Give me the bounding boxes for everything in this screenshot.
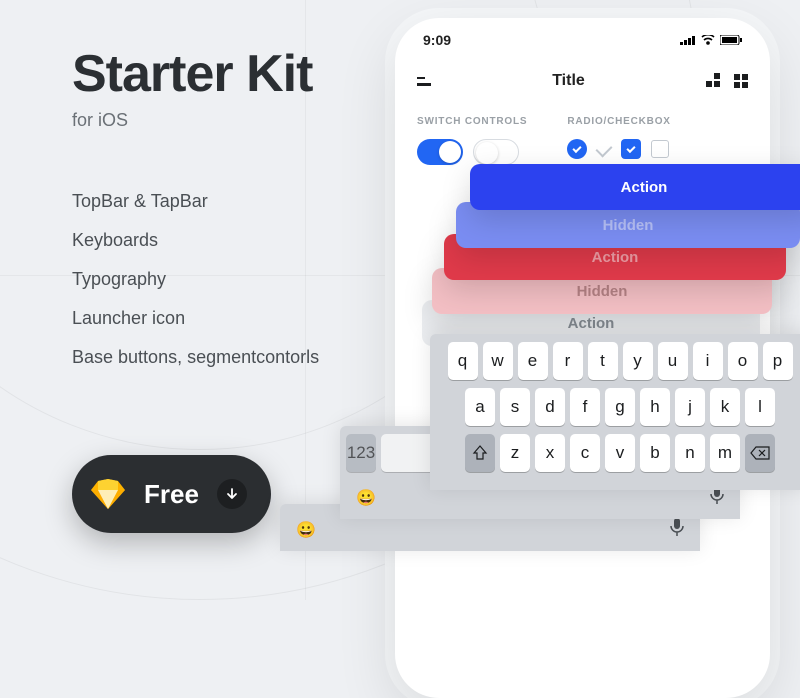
switch-controls-group: SWITCH CONTROLS	[417, 116, 527, 165]
key[interactable]: h	[640, 388, 670, 426]
key[interactable]: z	[500, 434, 530, 472]
nav-bar: Title	[395, 72, 770, 90]
key[interactable]: d	[535, 388, 565, 426]
status-time: 9:09	[423, 32, 451, 48]
action-button-primary[interactable]: Action	[470, 164, 800, 210]
group-label: SWITCH CONTROLS	[417, 116, 527, 127]
key[interactable]: e	[518, 342, 548, 380]
key[interactable]: l	[745, 388, 775, 426]
key[interactable]: i	[693, 342, 723, 380]
key[interactable]: a	[465, 388, 495, 426]
download-label: Free	[144, 479, 199, 510]
key[interactable]: r	[553, 342, 583, 380]
download-icon	[217, 479, 247, 509]
feature-item: Typography	[72, 269, 412, 290]
feature-item: Launcher icon	[72, 308, 412, 329]
keyboard-row-3: z x c v b n m	[436, 434, 800, 472]
key[interactable]: x	[535, 434, 565, 472]
signal-icon	[680, 32, 696, 48]
keyboard-layer-front: q w e r t y u i o p a s d f g h j k l z …	[430, 334, 800, 490]
download-button[interactable]: Free	[72, 455, 271, 533]
feature-item: Keyboards	[72, 230, 412, 251]
emoji-icon[interactable]: 😀	[296, 520, 316, 540]
sketch-icon	[90, 476, 126, 512]
page-title: Starter Kit	[72, 48, 412, 100]
key[interactable]: c	[570, 434, 600, 472]
shift-key[interactable]	[465, 434, 495, 472]
key[interactable]: t	[588, 342, 618, 380]
key[interactable]: m	[710, 434, 740, 472]
emoji-icon[interactable]: 😀	[356, 488, 376, 508]
nav-title: Title	[552, 72, 585, 90]
layout-icon[interactable]	[706, 73, 720, 89]
key[interactable]: w	[483, 342, 513, 380]
num-key[interactable]: 123	[346, 434, 376, 472]
feature-item: TopBar & TapBar	[72, 191, 412, 212]
wifi-icon	[701, 32, 715, 48]
group-label: RADIO/CHECKBOX	[567, 116, 670, 127]
key[interactable]: u	[658, 342, 688, 380]
page-subtitle: for iOS	[72, 110, 412, 131]
key[interactable]: b	[640, 434, 670, 472]
backspace-key[interactable]	[745, 434, 775, 472]
key[interactable]: y	[623, 342, 653, 380]
key[interactable]: s	[500, 388, 530, 426]
battery-icon	[720, 32, 742, 48]
key[interactable]: f	[570, 388, 600, 426]
key[interactable]: j	[675, 388, 705, 426]
mic-icon[interactable]	[670, 518, 684, 541]
key[interactable]: p	[763, 342, 793, 380]
checkbox-checked[interactable]	[621, 139, 641, 159]
radio-unchecked[interactable]	[596, 141, 613, 158]
menu-icon[interactable]	[417, 77, 431, 86]
key[interactable]: v	[605, 434, 635, 472]
key[interactable]: k	[710, 388, 740, 426]
keyboard-row-2: a s d f g h j k l	[436, 388, 800, 426]
keyboard-row-1: q w e r t y u i o p	[436, 342, 800, 380]
key[interactable]: q	[448, 342, 478, 380]
key[interactable]: g	[605, 388, 635, 426]
radio-checked[interactable]	[567, 139, 587, 159]
radio-checkbox-group: RADIO/CHECKBOX	[567, 116, 670, 165]
status-bar: 9:09	[395, 32, 770, 48]
checkbox-unchecked[interactable]	[651, 140, 669, 158]
switch-off[interactable]	[473, 139, 519, 165]
switch-on[interactable]	[417, 139, 463, 165]
grid-icon[interactable]	[734, 74, 748, 88]
key[interactable]: n	[675, 434, 705, 472]
key[interactable]: o	[728, 342, 758, 380]
keyboard-stack: 😀 123 space @ . Go 😀 q w e r t y u i o p	[280, 334, 800, 614]
